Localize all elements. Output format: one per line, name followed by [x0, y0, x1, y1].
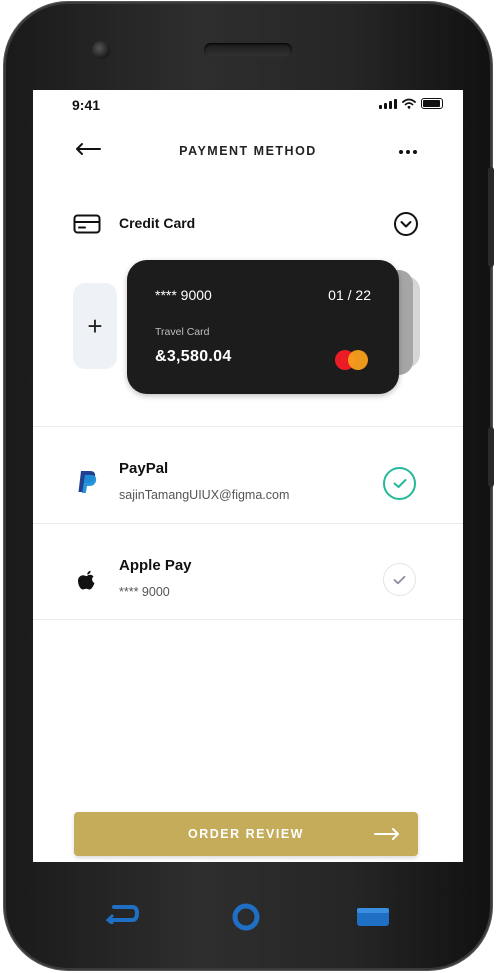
volume-button — [488, 427, 494, 487]
status-icons — [379, 98, 443, 109]
screen: 9:41 PAYMENT METHOD Credit Card + **** 9… — [33, 90, 463, 862]
card-balance: &3,580.04 — [155, 348, 232, 365]
card-number: **** 9000 — [155, 287, 212, 303]
credit-card-icon — [73, 214, 101, 234]
paypal-email: sajinTamangUIUX@figma.com — [119, 488, 290, 502]
check-unselected-icon[interactable] — [383, 563, 416, 596]
signal-icon — [379, 99, 397, 109]
power-button — [488, 167, 494, 267]
credit-card[interactable]: **** 9000 01 / 22 Travel Card &3,580.04 — [127, 260, 399, 394]
order-review-button[interactable]: ORDER REVIEW — [74, 812, 418, 856]
back-nav-icon[interactable] — [104, 904, 140, 924]
apple-icon — [78, 570, 95, 590]
card-expiry: 01 / 22 — [328, 287, 371, 303]
divider — [33, 523, 463, 524]
front-camera — [92, 41, 110, 59]
mastercard-icon — [335, 350, 371, 370]
phone-frame: 9:41 PAYMENT METHOD Credit Card + **** 9… — [4, 2, 494, 970]
more-dots-icon[interactable] — [399, 150, 417, 154]
wifi-icon — [402, 98, 416, 109]
divider — [33, 619, 463, 620]
earpiece-speaker — [204, 43, 292, 57]
order-review-label: ORDER REVIEW — [188, 827, 304, 841]
card-name: Travel Card — [155, 326, 210, 338]
battery-icon — [421, 98, 443, 109]
recents-nav-icon[interactable] — [355, 906, 391, 928]
paypal-icon — [78, 471, 97, 493]
chevron-down-icon[interactable] — [393, 211, 419, 237]
add-card-button[interactable]: + — [73, 283, 117, 369]
check-selected-icon[interactable] — [383, 467, 416, 500]
home-nav-icon[interactable] — [230, 902, 262, 932]
credit-card-label: Credit Card — [119, 215, 196, 231]
paypal-name: PayPal — [119, 460, 169, 477]
divider — [33, 426, 463, 427]
apple-pay-number: **** 9000 — [119, 585, 170, 599]
status-time: 9:41 — [72, 97, 101, 113]
apple-pay-name: Apple Pay — [119, 557, 192, 574]
arrow-right-icon — [374, 828, 399, 840]
